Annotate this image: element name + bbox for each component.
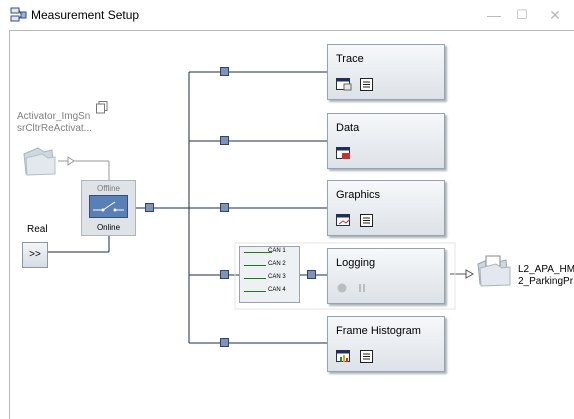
- online-label: Online: [96, 223, 121, 232]
- setup-canvas: Activator_ImgSn srCltrReActivat... Offli…: [9, 30, 574, 419]
- data-label: Data: [336, 122, 360, 134]
- can-line: [244, 265, 266, 266]
- histogram-window-icon[interactable]: [336, 350, 352, 363]
- activator-folder-icon[interactable]: [22, 144, 58, 176]
- can-4-label: CAN 4: [268, 287, 286, 293]
- trace-node[interactable]: [220, 67, 229, 76]
- switch-output-node[interactable]: [145, 203, 154, 212]
- can-1-label: CAN 1: [268, 248, 286, 254]
- graphics-window-icon[interactable]: [336, 214, 352, 227]
- close-button[interactable]: ✕: [544, 5, 566, 25]
- can-line: [244, 278, 266, 279]
- measurement-setup-icon: [10, 7, 27, 22]
- config-icon[interactable]: [360, 214, 374, 227]
- histogram-label: Frame Histogram: [336, 325, 421, 337]
- pause-icon[interactable]: [356, 282, 368, 294]
- log-file-folder-icon[interactable]: [476, 252, 512, 288]
- graphics-block[interactable]: Graphics: [327, 180, 445, 236]
- graphics-label: Graphics: [336, 189, 381, 201]
- can-line: [244, 291, 266, 292]
- config-icon[interactable]: [360, 350, 374, 363]
- record-icon[interactable]: [336, 282, 348, 294]
- trace-label: Trace: [336, 53, 364, 65]
- logging-block[interactable]: Logging: [327, 248, 445, 304]
- title-bar: Measurement Setup — ☐ ✕: [0, 0, 574, 30]
- trace-window-icon[interactable]: [336, 78, 352, 91]
- can-2-label: CAN 2: [268, 261, 286, 267]
- measurement-setup-window: Measurement Setup — ☐ ✕ Activator_ImgSn …: [0, 0, 574, 419]
- data-window-icon[interactable]: [336, 147, 352, 160]
- offline-label: Offline: [97, 184, 120, 193]
- online-offline-switch[interactable]: Offline Online: [81, 180, 136, 236]
- switch-icon: [89, 195, 128, 218]
- config-icon[interactable]: [360, 78, 374, 91]
- can-3-label: CAN 3: [268, 274, 286, 280]
- data-node[interactable]: [220, 136, 229, 145]
- graphics-node[interactable]: [220, 203, 229, 212]
- real-source-button[interactable]: >>: [22, 242, 48, 268]
- data-block[interactable]: Data: [327, 113, 445, 169]
- can-channel-filter[interactable]: CAN 1 CAN 2 CAN 3 CAN 4: [239, 246, 300, 303]
- maximize-button[interactable]: ☐: [511, 5, 533, 25]
- minimize-button[interactable]: —: [483, 5, 505, 25]
- copy-icon[interactable]: [96, 101, 108, 114]
- activator-label: Activator_ImgSn srCltrReActivat...: [17, 111, 93, 134]
- trace-block[interactable]: Trace: [327, 44, 445, 100]
- frame-histogram-block[interactable]: Frame Histogram: [327, 316, 445, 372]
- logging-label: Logging: [336, 257, 376, 269]
- log-file-label: L2_APA_HM 2_ParkingPr: [518, 264, 574, 287]
- logging-node[interactable]: [220, 270, 229, 279]
- logging-filter-node[interactable]: [307, 270, 316, 279]
- real-label: Real: [27, 224, 48, 235]
- histogram-node[interactable]: [220, 338, 229, 347]
- window-title: Measurement Setup: [31, 8, 140, 22]
